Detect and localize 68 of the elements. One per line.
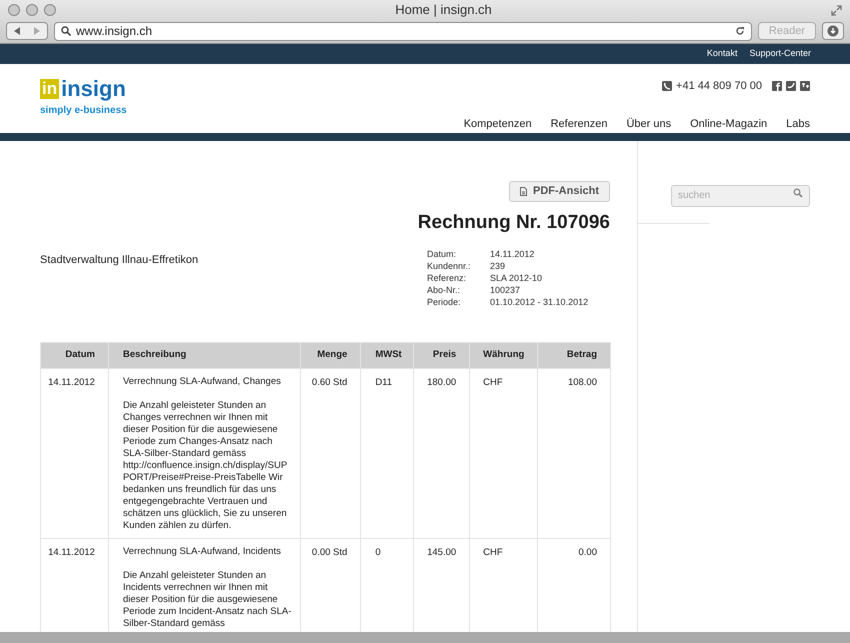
item-title: Verrechnung SLA-Aufwand, Changes	[122, 376, 282, 388]
back-icon	[13, 27, 21, 35]
top-link[interactable]: Kontakt	[706, 47, 738, 61]
table-cell: 108.00	[568, 376, 597, 388]
download-icon	[827, 25, 839, 37]
logo-tagline: simply e-business	[40, 104, 127, 118]
column-header: Menge	[300, 342, 361, 368]
search-field[interactable]: suchen	[671, 184, 810, 206]
column-header: Datum	[40, 342, 108, 368]
table-cell: 145.00	[427, 546, 456, 558]
document-icon	[520, 187, 527, 196]
column-header: MWSt	[360, 342, 414, 368]
item-description: Die Anzahl geleisteter Stunden an Changes verrechnen wir Ihnen mit dieser Position für die ausgewiesene Periode zum Changes-Ansatz nach SLA-Silber-Standard gemäss http://confluence.insign.ch/display/SUPPORT/Preise#Preise-PreisTabelle Wir bedanken uns freundlich für das uns entgegengebrachte Vertrauen und schätzen uns glücklich, Sie zu unseren Kunden zählen zu dürfen.	[122, 400, 288, 532]
url-text: www.insign.ch	[76, 23, 154, 40]
downloads-button[interactable]	[822, 22, 844, 40]
item-description: Die Anzahl geleisteter Stunden an Incidents verrechnen wir Ihnen mit dieser Position für die ausgewiesene Periode zum Incident-Ansatz nach SLA-Silber-Standard gemäss	[122, 570, 292, 630]
detail-label: Datum:	[427, 248, 458, 260]
recipient-name: Stadtverwaltung Illnau-Effretikon	[40, 252, 198, 268]
column-header: Beschreibung	[108, 342, 301, 368]
table-cell: 14.11.2012	[48, 546, 95, 558]
nav-link[interactable]: Kompetenzen	[464, 116, 532, 132]
table-cell: CHF	[483, 546, 503, 558]
item-title: Verrechnung SLA-Aufwand, Incidents	[122, 546, 282, 558]
social-icon[interactable]	[786, 81, 796, 92]
close-button[interactable]	[8, 4, 20, 16]
detail-label: Kundennr.:	[427, 260, 472, 272]
detail-value: SLA 2012-10	[490, 272, 544, 284]
nav-link[interactable]: Labs	[786, 116, 810, 132]
table-cell: D11	[375, 376, 392, 388]
invoice-title: Rechnung Nr. 107096	[418, 211, 610, 235]
nav-link[interactable]: Über uns	[626, 116, 672, 132]
pdf-view-button[interactable]: PDF-Ansicht	[509, 181, 610, 202]
table-cell: 0.60 Std	[312, 376, 348, 388]
reload-icon[interactable]	[734, 26, 745, 36]
column-header: Preis	[414, 342, 470, 368]
detail-label: Abo-Nr.:	[427, 284, 462, 296]
forward-icon	[33, 27, 41, 35]
nav-link[interactable]: Online-Magazin	[690, 116, 768, 132]
detail-value: 14.11.2012	[490, 248, 536, 260]
table-cell: 0.00 Std	[312, 546, 348, 558]
detail-value: 01.10.2012 - 31.10.2012	[490, 296, 590, 308]
window-title: Home | insign.ch	[395, 1, 492, 20]
phone-icon	[662, 81, 672, 92]
fullscreen-icon[interactable]	[831, 4, 842, 16]
detail-label: Periode:	[427, 296, 462, 308]
detail-value: 239	[490, 260, 506, 272]
social-icon[interactable]	[800, 81, 810, 92]
nav-link[interactable]: Referenzen	[550, 116, 608, 132]
minimize-button[interactable]	[26, 4, 38, 16]
social-icon[interactable]	[772, 81, 782, 92]
search-icon	[61, 26, 71, 36]
phone-number: +41 44 809 70 00	[676, 79, 762, 94]
detail-value: 100237	[490, 284, 522, 296]
address-bar[interactable]: www.insign.ch	[54, 22, 752, 40]
column-header: Betrag	[538, 342, 610, 368]
table-cell: 180.00	[427, 376, 456, 388]
table-cell: 0.00	[578, 546, 597, 558]
table-cell: 0	[375, 546, 381, 558]
column-header: Währung	[470, 342, 538, 368]
logo-text: insign	[61, 78, 126, 100]
table-cell: 14.11.2012	[48, 376, 95, 388]
zoom-button[interactable]	[44, 4, 56, 16]
logo-mark: in	[40, 79, 60, 99]
top-link[interactable]: Support-Center	[749, 47, 811, 61]
detail-label: Referenz:	[427, 272, 468, 284]
search-icon	[793, 188, 803, 198]
back-forward-button[interactable]	[6, 22, 48, 40]
table-cell: CHF	[483, 376, 503, 388]
